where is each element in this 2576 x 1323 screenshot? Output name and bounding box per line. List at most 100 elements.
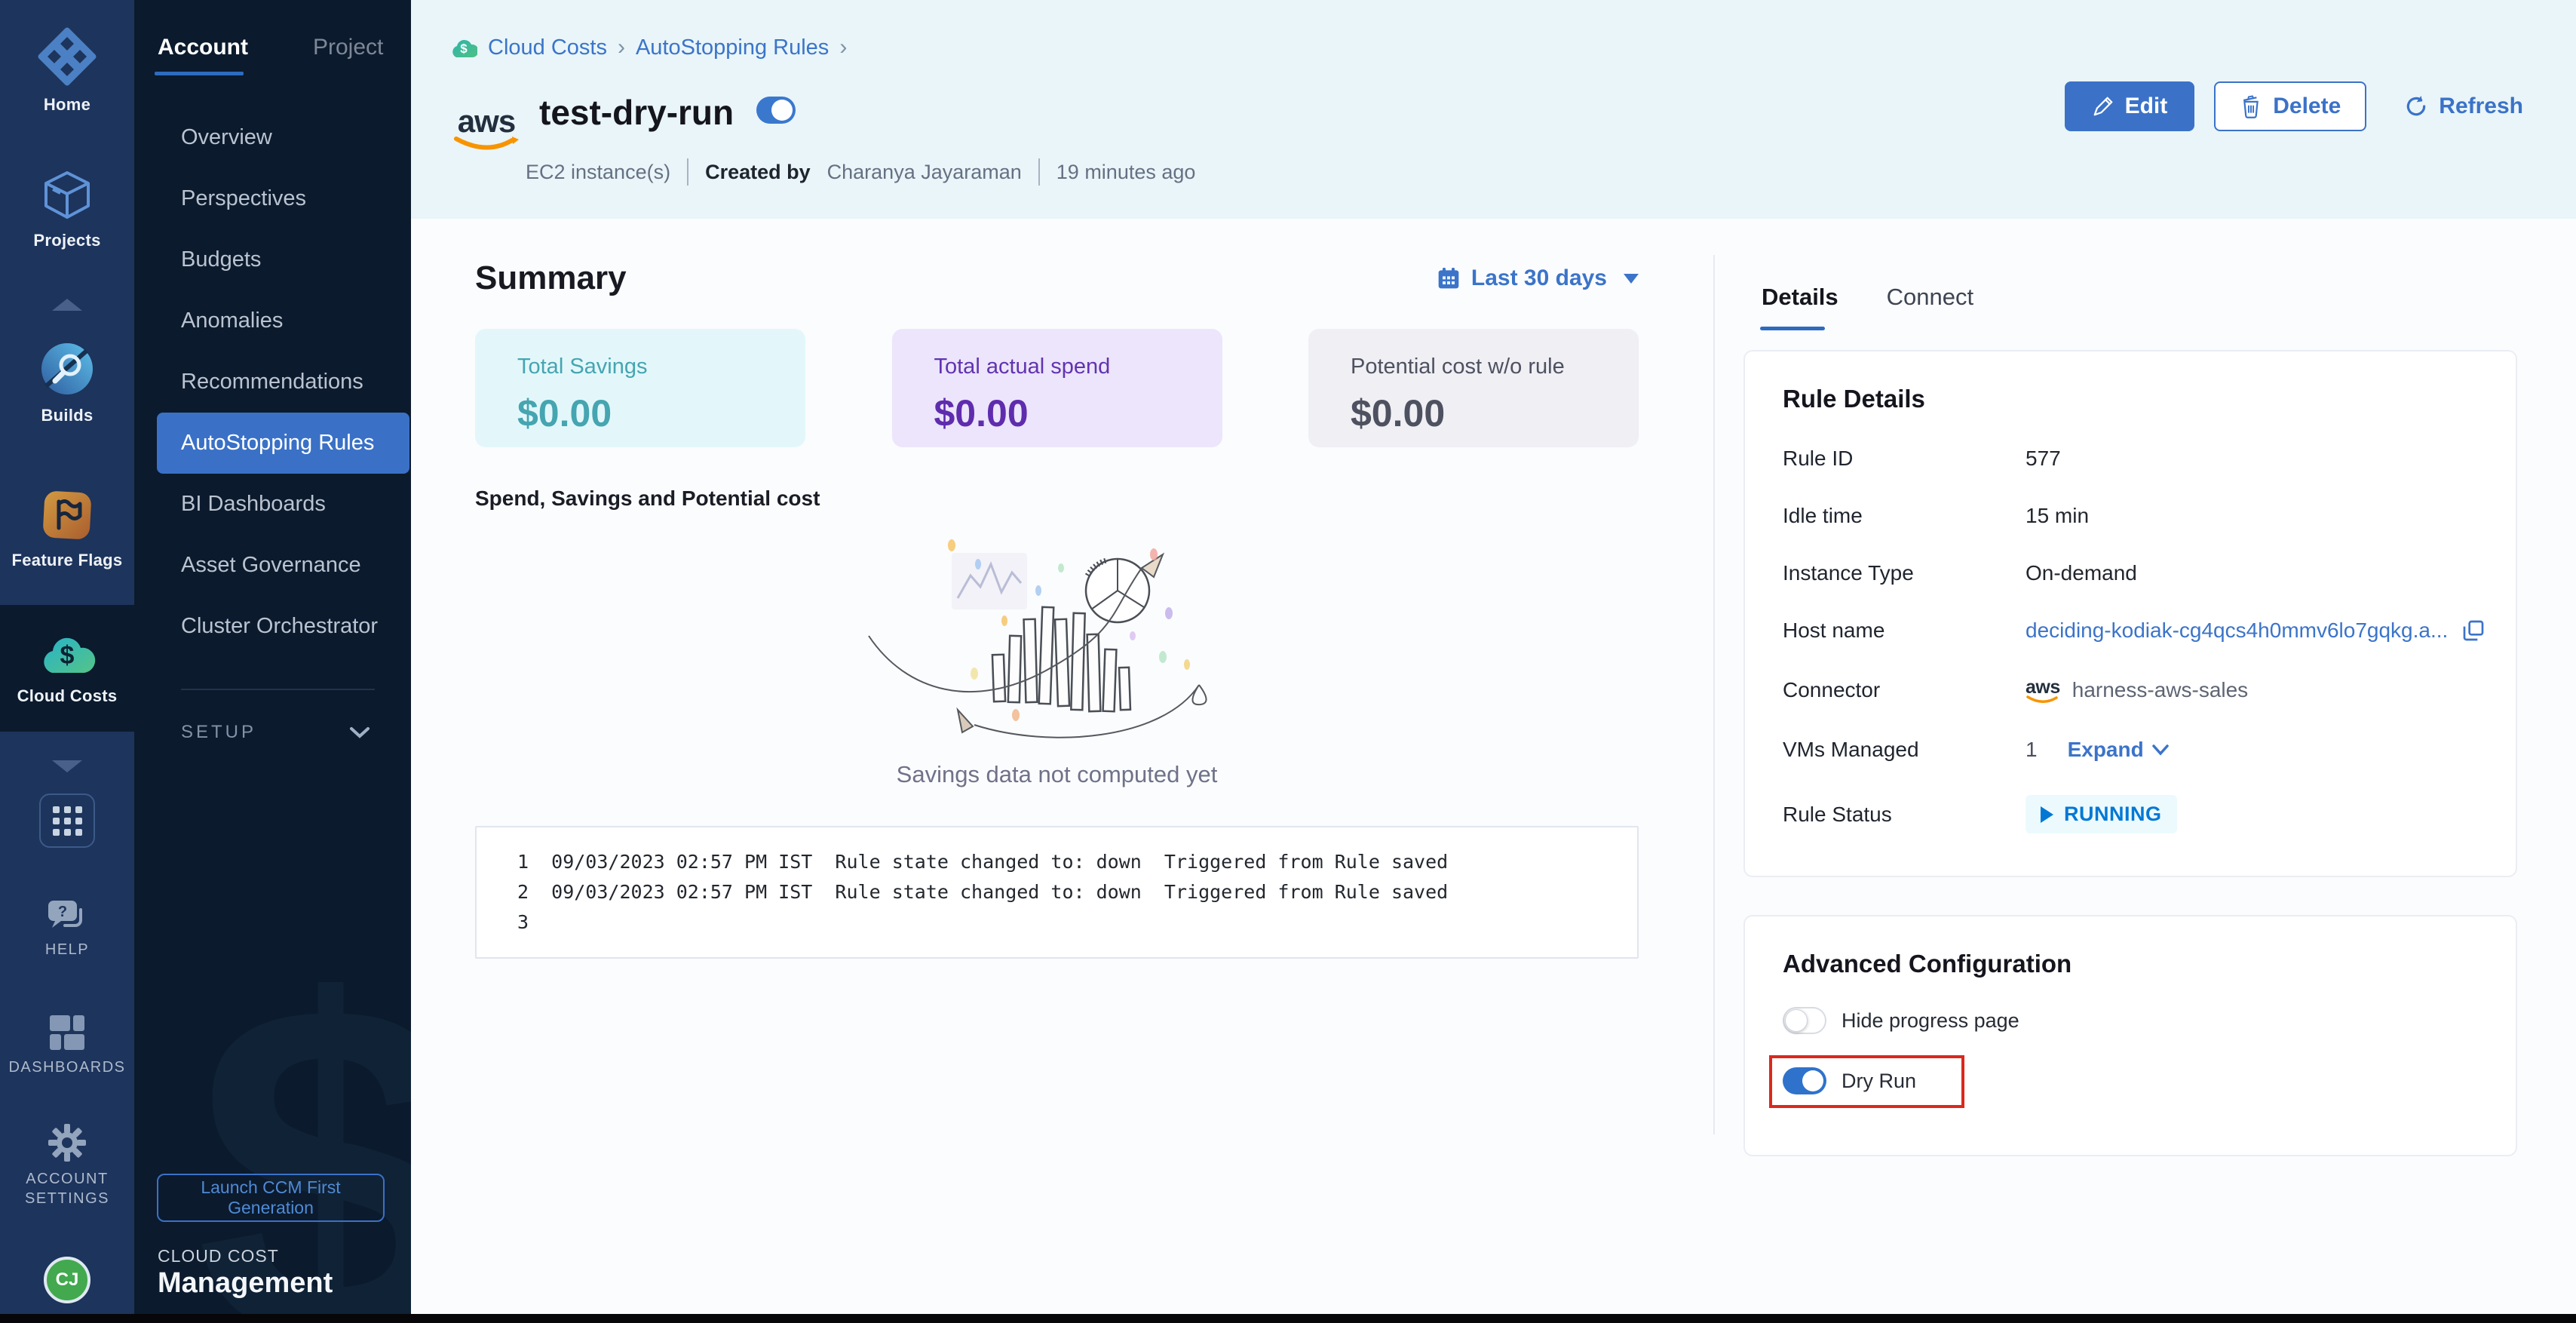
details-tabs: Details Connect (1762, 284, 2517, 330)
cloud-costs-icon: $ (35, 631, 99, 677)
all-modules-button[interactable] (39, 793, 95, 848)
edit-button[interactable]: Edit (2065, 81, 2195, 131)
hide-progress-row: Hide progress page (1783, 1007, 2478, 1034)
projects-cube-icon (40, 169, 94, 222)
status-badge: RUNNING (2026, 795, 2177, 833)
tab-connect[interactable]: Connect (1887, 284, 1973, 330)
sidebar-item-budgets[interactable]: Budgets (157, 229, 409, 290)
refresh-icon (2404, 94, 2428, 118)
setup-section-toggle[interactable]: SETUP (134, 690, 411, 743)
card-label: Total actual spend (934, 355, 1222, 379)
module-label-builds: Builds (41, 406, 93, 425)
sidebar-item-bi-dashboards[interactable]: BI Dashboards (157, 474, 409, 535)
sidebar-item-feature-flags[interactable]: Feature Flags (0, 489, 134, 570)
sidebar-item-asset-governance[interactable]: Asset Governance (157, 535, 409, 596)
module-strip: Home Projects Builds (0, 0, 134, 1323)
module-label-projects: Projects (33, 231, 100, 250)
help-chat-icon: ? (46, 898, 88, 934)
card-value: $0.00 (517, 391, 805, 435)
grid-icon (53, 806, 82, 836)
dashboards-button[interactable]: DASHBOARDS (0, 1014, 134, 1077)
page-title: test-dry-run (539, 92, 734, 133)
dry-run-toggle[interactable] (1783, 1067, 1826, 1094)
rule-enabled-toggle[interactable] (756, 97, 796, 124)
chart-heading: Spend, Savings and Potential cost (475, 487, 1713, 511)
account-settings-button[interactable]: ACCOUNTSETTINGS (0, 1122, 134, 1208)
breadcrumb: $ Cloud Costs › AutoStopping Rules › (449, 35, 847, 60)
total-actual-spend-card: Total actual spend $0.00 (892, 329, 1222, 447)
module-scroll-up-icon[interactable] (52, 299, 82, 311)
toggle-on (756, 97, 796, 124)
feature-flags-icon (41, 489, 94, 542)
tab-details[interactable]: Details (1762, 284, 1838, 330)
module-label-home: Home (44, 95, 90, 115)
copy-icon[interactable] (2461, 619, 2486, 643)
card-value: $0.00 (934, 391, 1222, 435)
log-line: 3 (517, 907, 1637, 938)
rule-subtitle: EC2 instance(s) Created by Charanya Jaya… (526, 158, 1195, 186)
sidebar-item-cloud-costs[interactable]: $ Cloud Costs (0, 631, 134, 706)
sidebar-item-cluster-orchestrator[interactable]: Cluster Orchestrator (157, 596, 409, 657)
savings-illustration (475, 523, 1639, 749)
sidebar-item-autostopping-rules[interactable]: AutoStopping Rules (157, 413, 409, 474)
hide-progress-toggle[interactable] (1783, 1007, 1826, 1034)
delete-button[interactable]: Delete (2214, 81, 2366, 131)
date-range-picker[interactable]: Last 30 days (1437, 266, 1639, 291)
module-scroll-down-icon[interactable] (52, 760, 82, 772)
tab-project[interactable]: Project (313, 35, 383, 75)
sidebar-item-overview[interactable]: Overview (157, 107, 409, 168)
sidebar-item-builds[interactable]: Builds (0, 341, 134, 425)
launch-ccm-first-gen-button[interactable]: Launch CCM First Generation (157, 1174, 385, 1222)
module-label-feature-flags: Feature Flags (12, 551, 123, 570)
summary-cards: Total Savings $0.00 Total actual spend $… (475, 329, 1639, 447)
sidebar-item-anomalies[interactable]: Anomalies (157, 290, 409, 351)
vms-managed-row: VMs Managed 1 Expand (1783, 738, 2478, 762)
expand-vms-link[interactable]: Expand (2068, 738, 2170, 762)
app-window: Home Projects Builds (0, 0, 2576, 1323)
host-name-link[interactable]: deciding-kodiak-cg4qcs4h0mmv6lo7gqkg.a..… (2026, 619, 2448, 643)
sidebar-item-recommendations[interactable]: Recommendations (157, 351, 409, 413)
avatar-initials: CJ (56, 1269, 79, 1291)
log-line: 1 09/03/2023 02:57 PM IST Rule state cha… (517, 847, 1637, 877)
rule-event-log: 1 09/03/2023 02:57 PM IST Rule state cha… (475, 826, 1639, 959)
subtitle-divider (687, 158, 688, 186)
chevron-down-icon (349, 726, 370, 739)
empty-state-message: Savings data not computed yet (475, 761, 1639, 788)
instance-kind: EC2 instance(s) (526, 161, 670, 184)
sidebar-item-perspectives[interactable]: Perspectives (157, 168, 409, 229)
subtitle-divider (1038, 158, 1040, 186)
main-area: $ Cloud Costs › AutoStopping Rules › aws… (411, 0, 2576, 1323)
chevron-down-icon (2151, 744, 2170, 756)
content: Summary Last 30 days (411, 219, 2576, 1323)
refresh-button[interactable]: Refresh (2404, 81, 2523, 131)
calendar-icon (1437, 266, 1461, 290)
card-label: Total Savings (517, 355, 805, 379)
dry-run-annotation-box: Dry Run (1769, 1055, 1964, 1108)
sidebar-item-projects[interactable]: Projects (0, 169, 134, 250)
breadcrumb-autostopping-rules[interactable]: AutoStopping Rules (636, 35, 829, 60)
breadcrumb-separator: › (839, 35, 847, 60)
builds-icon (39, 341, 95, 397)
dry-run-label: Dry Run (1842, 1070, 1916, 1093)
card-label: Potential cost w/o rule (1351, 355, 1639, 379)
page-header: $ Cloud Costs › AutoStopping Rules › aws… (411, 0, 2576, 219)
aws-logo: aws (450, 107, 523, 151)
help-button[interactable]: ? HELP (0, 898, 134, 959)
hide-progress-label: Hide progress page (1842, 1009, 2019, 1033)
aws-connector-icon: aws (2026, 679, 2060, 704)
gear-icon (47, 1122, 87, 1163)
rule-status-row: Rule Status RUNNING (1783, 795, 2478, 833)
sidebar-item-home[interactable]: Home (0, 27, 134, 115)
potential-cost-card: Potential cost w/o rule $0.00 (1308, 329, 1639, 447)
tab-account[interactable]: Account (158, 35, 248, 75)
pencil-icon (2092, 95, 2114, 118)
breadcrumb-cloud-costs[interactable]: Cloud Costs (488, 35, 607, 60)
svg-text:?: ? (58, 904, 67, 920)
cloud-costs-breadcrumb-icon: $ (449, 36, 477, 59)
rule-title-block: aws test-dry-run (450, 91, 796, 151)
cloud-costs-sidebar: $ Account Project Overview Perspectives … (134, 0, 411, 1323)
play-icon (2041, 806, 2053, 823)
account-settings-label: ACCOUNTSETTINGS (25, 1169, 109, 1208)
connector-name: harness-aws-sales (2072, 678, 2248, 702)
user-avatar[interactable]: CJ (44, 1257, 90, 1303)
